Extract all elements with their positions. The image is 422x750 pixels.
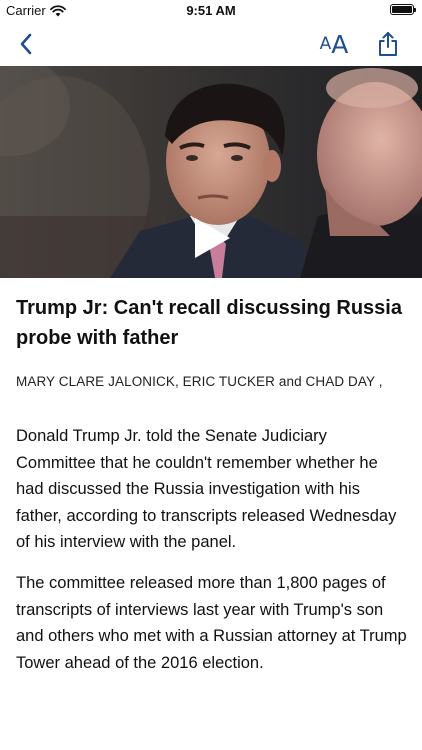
article-paragraph: The committee released more than 1,800 p…: [16, 574, 407, 672]
back-button[interactable]: [8, 22, 44, 66]
text-size-button[interactable]: A A: [312, 22, 356, 66]
status-time: 9:51 AM: [186, 3, 236, 18]
battery-level: [392, 6, 412, 13]
hero-video[interactable]: [0, 66, 422, 278]
text-size-small-label: A: [319, 34, 332, 54]
article-headline: Trump Jr: Can't recall discussing Russia…: [16, 297, 402, 349]
article-paragraph: Donald Trump Jr. told the Senate Judicia…: [16, 427, 397, 551]
chevron-left-icon: [20, 33, 32, 55]
share-icon: [379, 32, 397, 56]
battery-icon: [390, 4, 416, 15]
play-icon[interactable]: [192, 216, 232, 260]
status-bar: Carrier 9:51 AM: [0, 0, 422, 22]
share-button[interactable]: [368, 22, 408, 66]
text-size-large-label: A: [331, 29, 349, 59]
nav-bar: A A: [0, 22, 422, 66]
article-byline: MARY CLARE JALONICK, ERIC TUCKER and CHA…: [16, 374, 383, 389]
